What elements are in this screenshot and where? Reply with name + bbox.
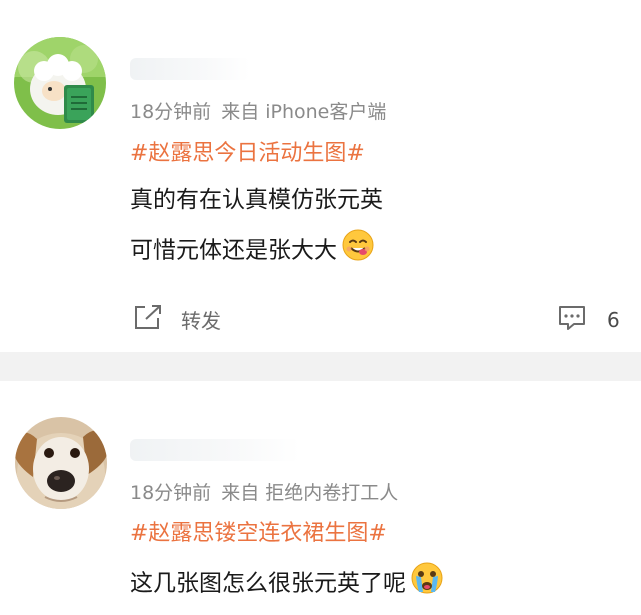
post-text-line-content: 可惜元体还是张大大 [130, 237, 337, 264]
post-source: 来自 iPhone客户端 [221, 101, 387, 123]
topic-hashtag[interactable]: #赵露思今日活动生图# [130, 140, 365, 168]
forward-button[interactable]: 转发 [133, 304, 221, 334]
post-meta: 18分钟前 来自 iPhone客户端 [130, 100, 386, 124]
sheep-avatar-image [14, 37, 106, 129]
avatar[interactable] [15, 417, 107, 509]
yum-face-emoji-icon [341, 228, 375, 270]
post-divider [0, 352, 641, 381]
comment-bubble-icon [557, 304, 587, 336]
post-time: 18分钟前 [130, 482, 212, 504]
post-card: 18分钟前 来自 iPhone客户端 #赵露思今日活动生图# 真的有在认真模仿张元… [0, 0, 641, 352]
post-text-line: 可惜元体还是张大大 [130, 229, 375, 270]
post-meta: 18分钟前 来自 拒绝内卷打工人 [130, 481, 398, 505]
post-text-line-content: 这几张图怎么很张元英了呢 [130, 570, 406, 597]
comment-button[interactable]: 6 [557, 305, 620, 335]
post-source: 来自 拒绝内卷打工人 [221, 482, 399, 504]
post-text-line: 这几张图怎么很张元英了呢 [130, 562, 444, 603]
topic-hashtag[interactable]: #赵露思镂空连衣裙生图# [130, 520, 387, 548]
avatar[interactable] [14, 37, 106, 129]
dog-avatar-image [15, 417, 107, 509]
username-blurred[interactable] [130, 58, 250, 80]
post-time: 18分钟前 [130, 101, 212, 123]
comment-count: 6 [607, 308, 620, 332]
username-blurred[interactable] [130, 439, 300, 461]
post-card: 18分钟前 来自 拒绝内卷打工人 #赵露思镂空连衣裙生图# 这几张图怎么很张元英了… [0, 381, 641, 615]
share-arrow-icon [133, 303, 163, 335]
forward-label: 转发 [181, 308, 221, 333]
crying-face-emoji-icon [410, 561, 444, 603]
post-text-line: 真的有在认真模仿张元英 [130, 187, 383, 213]
